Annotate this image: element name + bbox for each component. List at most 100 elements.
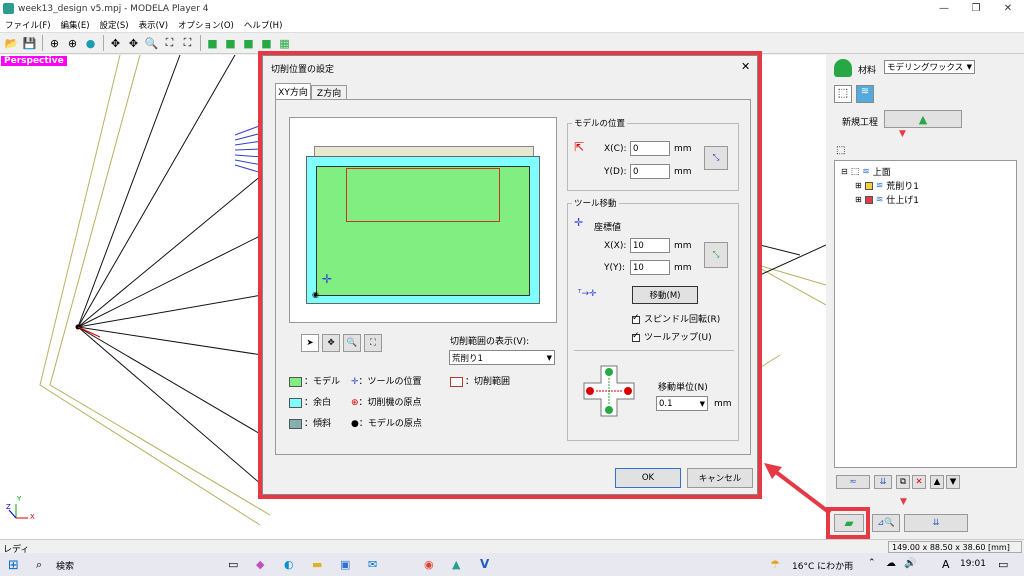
zoom-window-icon[interactable]: ⛶ bbox=[179, 35, 196, 52]
outlook-icon[interactable]: ✉ bbox=[368, 558, 377, 571]
maximize-button[interactable]: ❐ bbox=[960, 0, 992, 18]
clock[interactable]: 19:01 bbox=[960, 559, 986, 569]
cube-green-icon[interactable]: ■ bbox=[204, 35, 221, 52]
pointer-icon[interactable]: ➤ bbox=[301, 334, 319, 352]
minimize-button[interactable]: — bbox=[928, 0, 960, 18]
volume-icon[interactable]: 🔊 bbox=[904, 558, 916, 569]
close-button[interactable]: ✕ bbox=[992, 0, 1024, 18]
pan-icon[interactable]: ✥ bbox=[125, 35, 142, 52]
chrome-icon[interactable]: ◉ bbox=[424, 558, 434, 571]
copilot-icon[interactable]: ◆ bbox=[256, 558, 264, 571]
edge-icon[interactable]: ◐ bbox=[284, 558, 294, 571]
collapse-icon[interactable]: ⊟ bbox=[841, 167, 848, 176]
model-y-input[interactable]: 0 bbox=[630, 164, 670, 179]
cancel-button[interactable]: キャンセル bbox=[687, 468, 753, 488]
app-icon bbox=[3, 3, 14, 14]
tool-to-position-icon: ᵀ→✛ bbox=[578, 289, 597, 299]
tray-chevron-icon[interactable]: ⌃ bbox=[868, 558, 876, 568]
cube-right-icon[interactable]: ■ bbox=[240, 35, 257, 52]
legend-tool-label: ：ツールの位置 bbox=[358, 377, 422, 387]
spindle-checkbox[interactable]: スピンドル回転(R) bbox=[632, 312, 720, 325]
down-arrow-icon[interactable]: ▼ bbox=[946, 475, 960, 489]
toolup-check[interactable] bbox=[632, 331, 640, 342]
tool-y-input[interactable]: 10 bbox=[630, 260, 670, 275]
menu-settings[interactable]: 設定(S) bbox=[95, 19, 134, 31]
search-icon[interactable]: ⌕ bbox=[36, 558, 42, 572]
network-icon[interactable]: ☁ bbox=[886, 558, 896, 569]
cube-down-icon[interactable]: ■ bbox=[222, 35, 239, 52]
expand-icon[interactable]: ⊞ bbox=[855, 181, 862, 190]
water-icon: ≋ bbox=[875, 180, 884, 191]
cut-start-button[interactable]: ⇊ bbox=[904, 514, 968, 532]
box-icon[interactable]: ⬚ bbox=[834, 85, 852, 103]
legend-slope: ：傾斜 bbox=[289, 416, 331, 429]
store-icon[interactable]: ▣ bbox=[340, 558, 350, 571]
view-front-icon[interactable]: ⊕ bbox=[46, 35, 63, 52]
zoom-icon[interactable]: 🔍 bbox=[143, 35, 160, 52]
move-icon[interactable]: ✥ bbox=[107, 35, 124, 52]
delete-icon[interactable]: ✕ bbox=[912, 475, 926, 489]
move-button[interactable]: 移動(M) bbox=[632, 286, 698, 304]
cut-range-swatch bbox=[450, 376, 463, 387]
divider bbox=[574, 350, 734, 351]
model-x-input[interactable]: 0 bbox=[630, 141, 670, 156]
open-icon[interactable]: 📂 bbox=[3, 35, 20, 52]
grid-icon[interactable]: ▦ bbox=[276, 35, 293, 52]
tab-z[interactable]: Z方向 bbox=[311, 85, 347, 99]
direction-pad[interactable] bbox=[582, 364, 636, 418]
fit-icon[interactable]: ⛶ bbox=[161, 35, 178, 52]
menu-options[interactable]: オプション(O) bbox=[173, 19, 239, 31]
expand-icon[interactable]: ⊞ bbox=[855, 195, 862, 204]
shaded-sphere-icon[interactable]: ● bbox=[82, 35, 99, 52]
menu-file[interactable]: ファイル(F) bbox=[0, 19, 56, 31]
dialog-close-button[interactable]: ✕ bbox=[741, 60, 750, 73]
material-icon[interactable]: ≋ bbox=[856, 85, 874, 103]
step-select[interactable]: 0.1 ▼ bbox=[656, 396, 708, 411]
model-set-origin-button[interactable]: ⤡ bbox=[704, 146, 728, 170]
tool-set-button[interactable]: ⤡ bbox=[704, 242, 728, 268]
process-tree[interactable]: ⊟ ⬚ ≋ 上面 ⊞ ≋ 荒削り1 ⊞ ≋ 仕上げ1 bbox=[834, 160, 1017, 468]
search-box[interactable]: 検索 bbox=[56, 559, 74, 572]
fit-icon[interactable]: ⛶ bbox=[364, 334, 382, 352]
new-process-button[interactable]: ▲ bbox=[884, 110, 962, 128]
ok-button[interactable]: OK bbox=[615, 468, 681, 488]
spindle-check[interactable] bbox=[632, 313, 640, 324]
status-bar: レディ 149.00 x 88.50 x 38.60 [mm] bbox=[0, 539, 1024, 555]
range-select[interactable]: 荒削り1 ▼ bbox=[449, 350, 555, 365]
up-arrow-icon[interactable]: ▲ bbox=[930, 475, 944, 489]
modela-app-icon[interactable]: ▲ bbox=[452, 558, 460, 571]
menu-edit[interactable]: 編集(E) bbox=[56, 19, 95, 31]
explorer-icon[interactable]: ▬ bbox=[312, 558, 322, 571]
tab-xy[interactable]: XY方向 bbox=[275, 83, 311, 99]
legend: ：モデル ：余白 ：傾斜 ✛：ツールの位置 ⊕：切削機の原点 ●：モデルの原点 … bbox=[289, 374, 529, 434]
weather-text[interactable]: 16°C にわか雨 bbox=[792, 559, 853, 572]
view-top-icon[interactable]: ⊕ bbox=[64, 35, 81, 52]
menu-view[interactable]: 表示(V) bbox=[134, 19, 173, 31]
ime-indicator[interactable]: A bbox=[942, 558, 950, 571]
position-preview[interactable]: ✛ ◉ bbox=[289, 117, 557, 323]
material-select[interactable]: モデリングワックス ▼ bbox=[884, 60, 975, 74]
toolup-checkbox[interactable]: ツールアップ(U) bbox=[632, 330, 712, 343]
windows-start-icon[interactable]: ⊞ bbox=[8, 558, 19, 573]
copy-icon[interactable]: ⧉ bbox=[896, 475, 910, 489]
legend-slope-label: ：傾斜 bbox=[304, 419, 332, 429]
zoom-icon[interactable]: 🔍 bbox=[343, 334, 361, 352]
dialog-title: 切削位置の設定 bbox=[271, 65, 335, 75]
taskbar: ⊞ ⌕ 検索 ▭ ◆ ◐ ▬ ▣ ✉ ◉ ▲ V ☂ 16°C にわか雨 ⌃ ☁… bbox=[0, 553, 1024, 576]
pan-icon[interactable]: ✥ bbox=[322, 334, 340, 352]
legend-model-origin-label: ：モデルの原点 bbox=[358, 419, 422, 429]
legend-machine-origin: ⊕：切削機の原点 bbox=[351, 395, 422, 408]
vpn-app-icon[interactable]: V bbox=[480, 557, 489, 571]
tool-x-input[interactable]: 10 bbox=[630, 238, 670, 253]
tree-tab-icon[interactable]: ⬚ bbox=[836, 145, 845, 156]
user-icon[interactable] bbox=[834, 59, 852, 77]
tab-z-label: Z方向 bbox=[316, 89, 342, 99]
tree-root[interactable]: ⊟ ⬚ ≋ 上面 bbox=[841, 165, 891, 179]
menu-help[interactable]: ヘルプ(H) bbox=[239, 19, 288, 31]
tree-item-finish[interactable]: ⊞ ≋ 仕上げ1 bbox=[855, 193, 919, 207]
cube-up-icon[interactable]: ■ bbox=[258, 35, 275, 52]
tree-item-rough[interactable]: ⊞ ≋ 荒削り1 bbox=[855, 179, 919, 193]
taskview-icon[interactable]: ▭ bbox=[228, 558, 238, 571]
save-icon[interactable]: 💾 bbox=[21, 35, 38, 52]
notification-icon[interactable]: ▭ bbox=[998, 558, 1008, 571]
